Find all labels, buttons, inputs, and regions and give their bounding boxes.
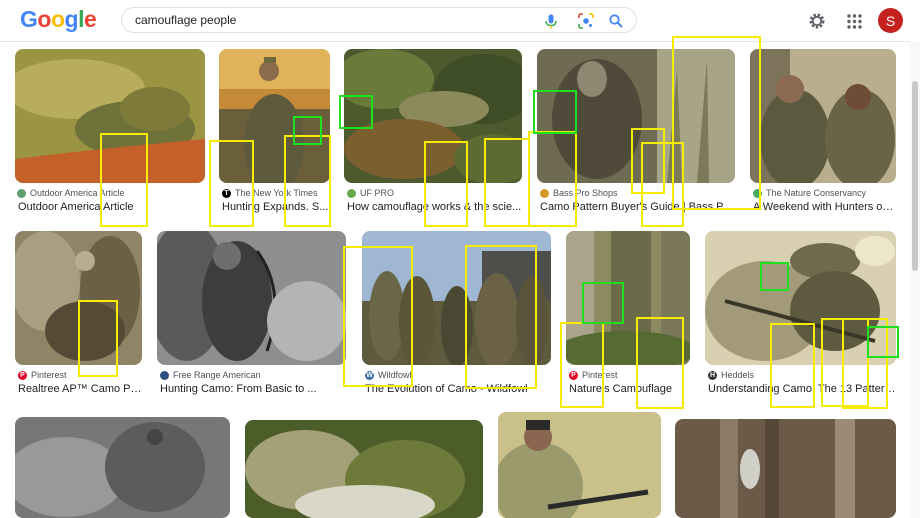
result-thumbnail[interactable] xyxy=(245,420,483,518)
result-title[interactable]: Understanding Camo: The 13 Pattern... xyxy=(708,383,896,395)
result-source[interactable]: Free Range American xyxy=(160,370,261,380)
result-thumbnail[interactable] xyxy=(750,49,896,183)
result-thumbnail[interactable] xyxy=(15,49,205,183)
scrollbar-thumb[interactable] xyxy=(912,81,918,271)
favicon-icon: P xyxy=(569,370,578,380)
source-name: Outdoor America Article xyxy=(30,188,125,198)
result-source[interactable]: The Nature Conservancy xyxy=(753,188,866,198)
gear-icon[interactable] xyxy=(806,10,828,32)
result-thumbnail[interactable] xyxy=(498,412,661,518)
page-scrollbar[interactable] xyxy=(910,41,920,518)
result-title[interactable]: Camo Pattern Buyer's Guide | Bass Pro... xyxy=(540,201,735,213)
result-title[interactable]: How camouflage works & the scie... xyxy=(347,201,522,213)
favicon-icon: T xyxy=(222,188,231,198)
source-name: UF PRO xyxy=(360,188,395,198)
favicon-icon: W xyxy=(365,370,374,380)
logo-letter: o xyxy=(37,6,51,32)
result-source[interactable]: Bass Pro Shops xyxy=(540,188,618,198)
favicon-icon xyxy=(540,188,549,198)
result-thumbnail[interactable] xyxy=(362,231,551,365)
result-thumbnail[interactable] xyxy=(219,49,330,183)
result-title[interactable]: Hunting Camo: From Basic to ... xyxy=(160,383,346,395)
result-thumbnail[interactable] xyxy=(705,231,896,365)
google-logo[interactable]: Google xyxy=(20,6,97,33)
result-title[interactable]: Realtree AP™ Camo Pa... xyxy=(18,383,142,395)
favicon-icon xyxy=(347,188,356,198)
account-avatar[interactable]: S xyxy=(878,8,903,33)
lens-icon[interactable] xyxy=(576,11,596,31)
result-source[interactable]: Outdoor America Article xyxy=(17,188,125,198)
favicon-icon xyxy=(753,188,762,198)
logo-letter: g xyxy=(64,6,79,32)
source-name: Wildfowl xyxy=(378,370,412,380)
microphone-icon[interactable] xyxy=(541,11,561,31)
result-source[interactable]: P Pinterest xyxy=(569,370,618,380)
search-input[interactable] xyxy=(135,11,515,29)
result-thumbnail[interactable] xyxy=(566,231,690,365)
search-box[interactable] xyxy=(121,7,637,33)
source-name: The Nature Conservancy xyxy=(766,188,867,198)
result-thumbnail[interactable] xyxy=(537,49,735,183)
result-thumbnail[interactable] xyxy=(675,419,896,518)
favicon-icon xyxy=(160,370,169,380)
result-source[interactable]: W Wildfowl xyxy=(365,370,412,380)
favicon-icon xyxy=(17,188,26,198)
logo-letter: e xyxy=(83,6,97,32)
source-name: The New York Times xyxy=(235,188,318,198)
result-title[interactable]: Hunting Expands. S... xyxy=(222,201,330,213)
source-name: Pinterest xyxy=(582,370,618,380)
result-source[interactable]: T The New York Times xyxy=(222,188,318,198)
header-bar: Google S xyxy=(0,0,920,42)
source-name: Pinterest xyxy=(31,370,67,380)
source-name: Free Range American xyxy=(173,370,261,380)
result-title[interactable]: Outdoor America Article xyxy=(18,201,205,213)
result-thumbnail[interactable] xyxy=(344,49,522,183)
result-title[interactable]: Nature's Camouflage xyxy=(569,383,690,395)
source-name: Bass Pro Shops xyxy=(553,188,618,198)
result-title[interactable]: The Evolution of Camo - Wildfowl xyxy=(365,383,551,395)
search-icon[interactable] xyxy=(606,11,626,31)
source-name: Heddels xyxy=(721,370,755,380)
favicon-icon: H xyxy=(708,370,717,380)
favicon-icon: P xyxy=(18,370,27,380)
result-title[interactable]: A Weekend with Hunters of ... xyxy=(753,201,896,213)
result-thumbnail[interactable] xyxy=(15,417,230,518)
logo-letter: o xyxy=(50,6,65,32)
logo-letter: G xyxy=(20,6,38,32)
result-thumbnail[interactable] xyxy=(157,231,346,365)
result-source[interactable]: P Pinterest xyxy=(18,370,67,380)
result-source[interactable]: UF PRO xyxy=(347,188,394,198)
apps-grid-icon[interactable] xyxy=(843,10,865,32)
result-thumbnail[interactable] xyxy=(15,231,142,365)
result-source[interactable]: H Heddels xyxy=(708,370,754,380)
